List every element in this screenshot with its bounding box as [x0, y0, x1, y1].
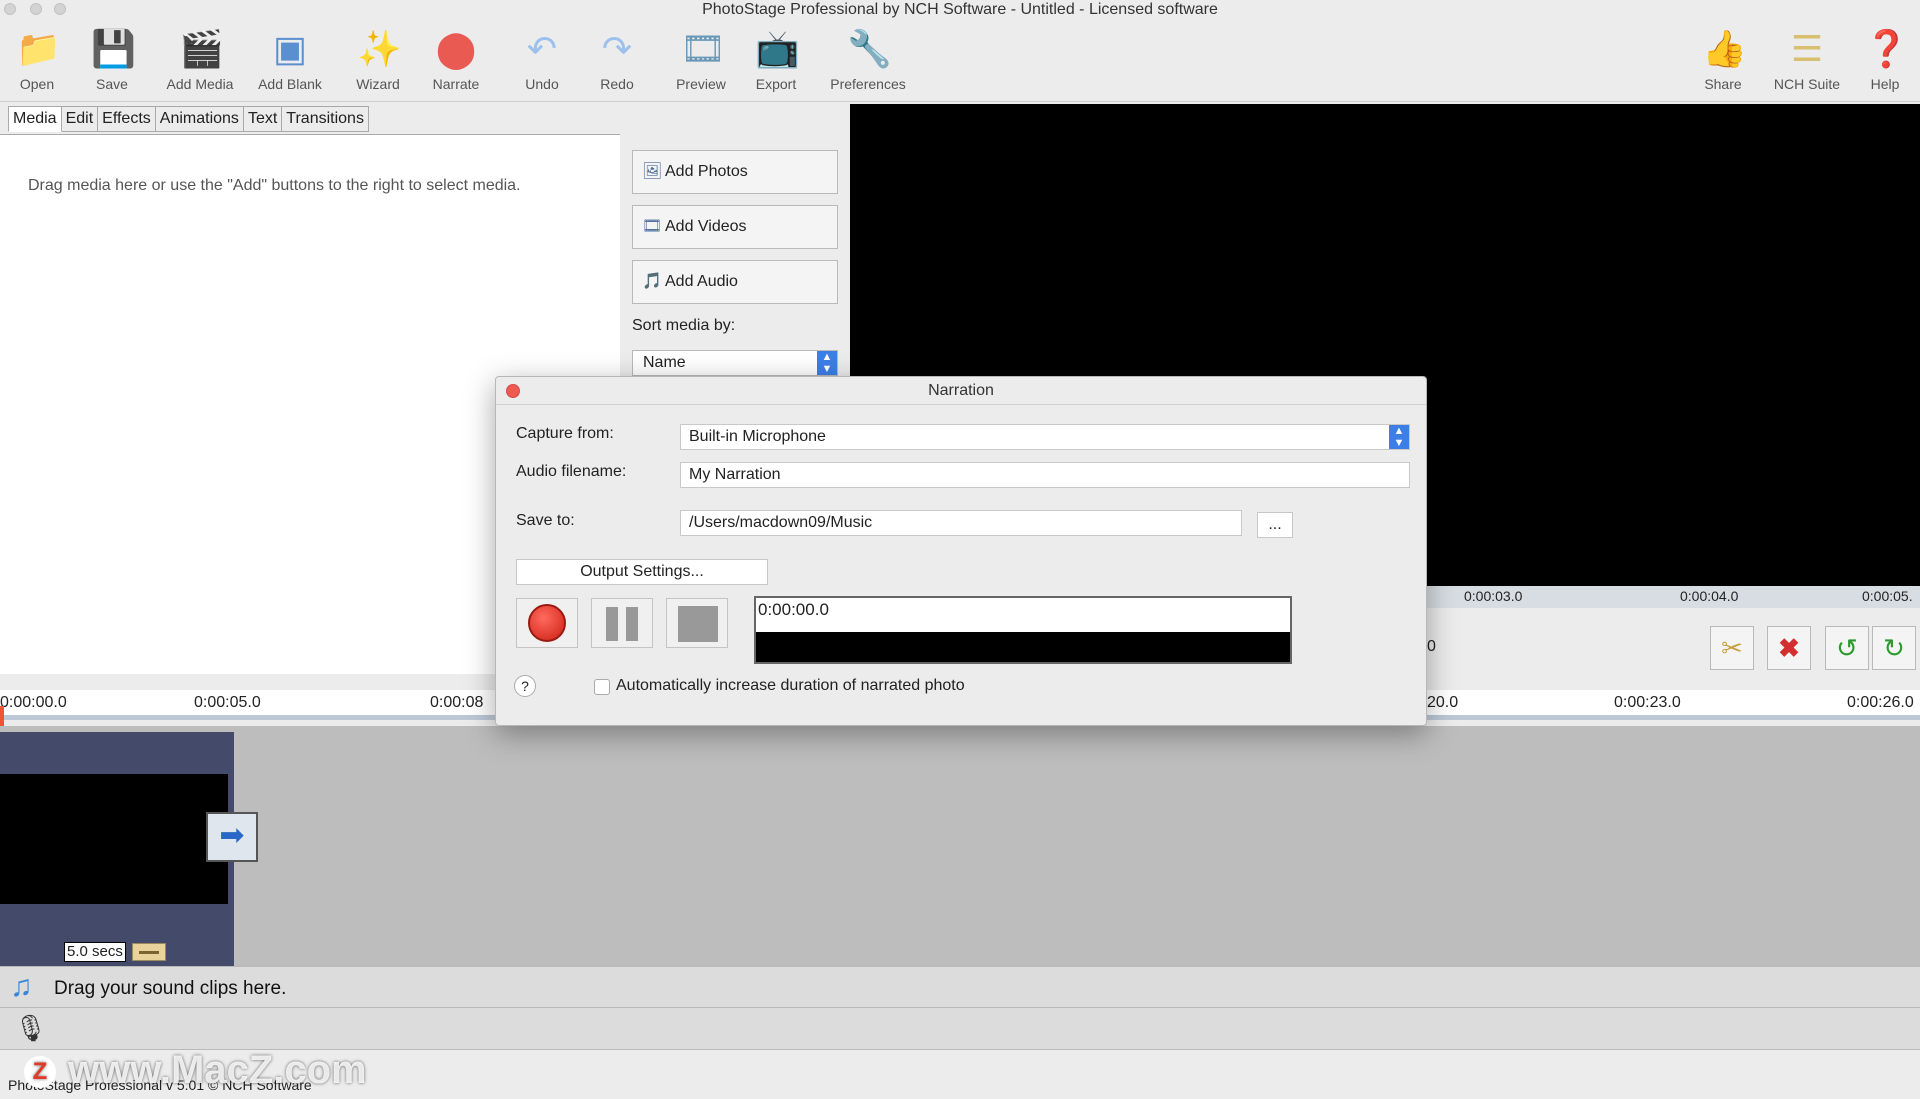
sort-select[interactable]: Name ▲ ▼: [632, 350, 838, 376]
rotate-left-icon: ↺: [1836, 633, 1858, 663]
record-icon: [528, 604, 566, 642]
tab-animations[interactable]: Animations: [155, 106, 244, 132]
recording-time: 0:00:00.0: [758, 600, 829, 619]
split-button[interactable]: ✂: [1710, 626, 1754, 670]
pause-button[interactable]: [591, 598, 653, 648]
help-question-icon[interactable]: ?: [514, 675, 536, 697]
preferences-button[interactable]: 🔧 Preferences: [823, 28, 913, 92]
save-to-input[interactable]: /Users/macdown09/Music: [680, 510, 1242, 536]
help-button[interactable]: ❓ Help: [1840, 28, 1920, 92]
timeline-clip[interactable]: 5.0 secs ▬▬: [0, 732, 234, 966]
narrate-icon: ⬤: [435, 28, 477, 69]
playhead[interactable]: [0, 706, 4, 728]
close-window-icon[interactable]: [4, 3, 16, 15]
add-media-icon: 🎬: [179, 28, 224, 69]
pause-icon: [606, 607, 640, 641]
dialog-close-icon[interactable]: [506, 384, 520, 398]
tab-edit[interactable]: Edit: [61, 106, 99, 132]
window-title-bar: PhotoStage Professional by NCH Software …: [0, 0, 1920, 22]
photo-track[interactable]: 5.0 secs ▬▬ ➡: [0, 726, 1920, 966]
dialog-title: Narration: [496, 377, 1426, 405]
add-videos-button[interactable]: 🎞 Add Videos: [632, 205, 838, 249]
rotate-right-button[interactable]: ↻: [1872, 626, 1916, 670]
rotate-left-button[interactable]: ↺: [1825, 626, 1869, 670]
level-bar: [756, 632, 1290, 662]
zoom-window-icon[interactable]: [54, 3, 66, 15]
delete-button[interactable]: ✖: [1767, 626, 1811, 670]
delete-icon: ✖: [1778, 633, 1800, 663]
capture-from-select[interactable]: Built-in Microphone ▲ ▼: [680, 424, 1410, 450]
transition-arrow-icon[interactable]: ➡: [206, 812, 258, 862]
clip-thumbnail: [0, 774, 228, 904]
audio-filename-label: Audio filename:: [516, 463, 627, 480]
undo-icon: ↶: [526, 28, 558, 69]
tab-transitions[interactable]: Transitions: [282, 106, 369, 132]
auto-increase-checkbox[interactable]: [594, 679, 610, 695]
clip-duration[interactable]: 5.0 secs: [64, 942, 126, 962]
rotate-right-icon: ↻: [1883, 633, 1905, 663]
microphone-icon: 🎙: [14, 1013, 48, 1043]
chevron-updown-icon: ▲ ▼: [817, 351, 837, 375]
share-button[interactable]: 👍 Share: [1678, 28, 1768, 92]
tab-effects[interactable]: Effects: [98, 106, 156, 132]
add-photos-button[interactable]: 🖼 Add Photos: [632, 150, 838, 194]
preview-icon: 🎞: [680, 28, 726, 69]
tab-text[interactable]: Text: [243, 106, 283, 132]
music-note-icon: ♫: [10, 970, 33, 1003]
save-button[interactable]: 💾 Save: [67, 28, 157, 92]
record-button[interactable]: [516, 598, 578, 648]
watermark: Zwww.MacZ.com: [24, 1048, 367, 1093]
sort-label: Sort media by:: [632, 317, 736, 334]
export-icon: 📺: [755, 28, 800, 69]
film-icon: 🎞: [642, 218, 663, 235]
main-toolbar: 📁 Open 💾 Save 🎬 Add Media ▣ Add Blank ✨ …: [0, 22, 1920, 102]
folder-icon: 📁: [16, 28, 61, 69]
minimize-window-icon[interactable]: [30, 3, 42, 15]
panel-tabs: Media Edit Effects Animations Text Trans…: [8, 106, 369, 132]
share-icon: 👍: [1702, 28, 1747, 69]
audio-filename-input[interactable]: My Narration: [680, 462, 1410, 488]
scissors-icon: ✂: [1721, 633, 1743, 663]
add-blank-button[interactable]: ▣ Add Blank: [245, 28, 335, 92]
save-to-label: Save to:: [516, 512, 575, 529]
tab-media[interactable]: Media: [8, 106, 62, 132]
chevron-updown-icon: ▲ ▼: [1389, 425, 1409, 449]
browse-button[interactable]: ...: [1257, 512, 1293, 538]
photos-icon: 🖼: [642, 163, 663, 180]
help-icon: ❓: [1864, 28, 1909, 69]
window-title: PhotoStage Professional by NCH Software …: [702, 1, 1218, 18]
media-hint: Drag media here or use the "Add" buttons…: [28, 177, 521, 194]
narration-track[interactable]: 🎙: [0, 1008, 1920, 1050]
wizard-icon: ✨: [357, 28, 402, 69]
redo-icon: ↷: [601, 28, 633, 69]
ruler-icon[interactable]: ▬▬: [132, 943, 166, 961]
sound-track[interactable]: ♫ Drag your sound clips here.: [0, 966, 1920, 1008]
watermark-logo: Z: [24, 1056, 56, 1089]
recording-meter: 0:00:00.0: [754, 596, 1292, 664]
wizard-button[interactable]: ✨ Wizard: [333, 28, 423, 92]
narration-dialog: Narration Capture from: Built-in Microph…: [495, 376, 1427, 726]
add-audio-button[interactable]: 🎵 Add Audio: [632, 260, 838, 304]
stop-icon: [678, 606, 718, 642]
preferences-icon: 🔧: [847, 28, 892, 69]
auto-increase-label: Automatically increase duration of narra…: [616, 677, 965, 694]
output-settings-button[interactable]: Output Settings...: [516, 559, 768, 585]
stop-button[interactable]: [666, 598, 728, 648]
nch-suite-icon: ☰: [1790, 28, 1824, 69]
add-blank-icon: ▣: [272, 28, 307, 69]
add-media-button[interactable]: 🎬 Add Media: [155, 28, 245, 92]
export-button[interactable]: 📺 Export: [731, 28, 821, 92]
save-icon: 💾: [91, 28, 136, 69]
capture-from-label: Capture from:: [516, 425, 614, 442]
nch-suite-button[interactable]: ☰ NCH Suite: [1762, 28, 1852, 92]
narrate-button[interactable]: ⬤ Narrate: [411, 28, 501, 92]
audio-icon: 🎵: [642, 273, 662, 290]
redo-button[interactable]: ↷ Redo: [572, 28, 662, 92]
